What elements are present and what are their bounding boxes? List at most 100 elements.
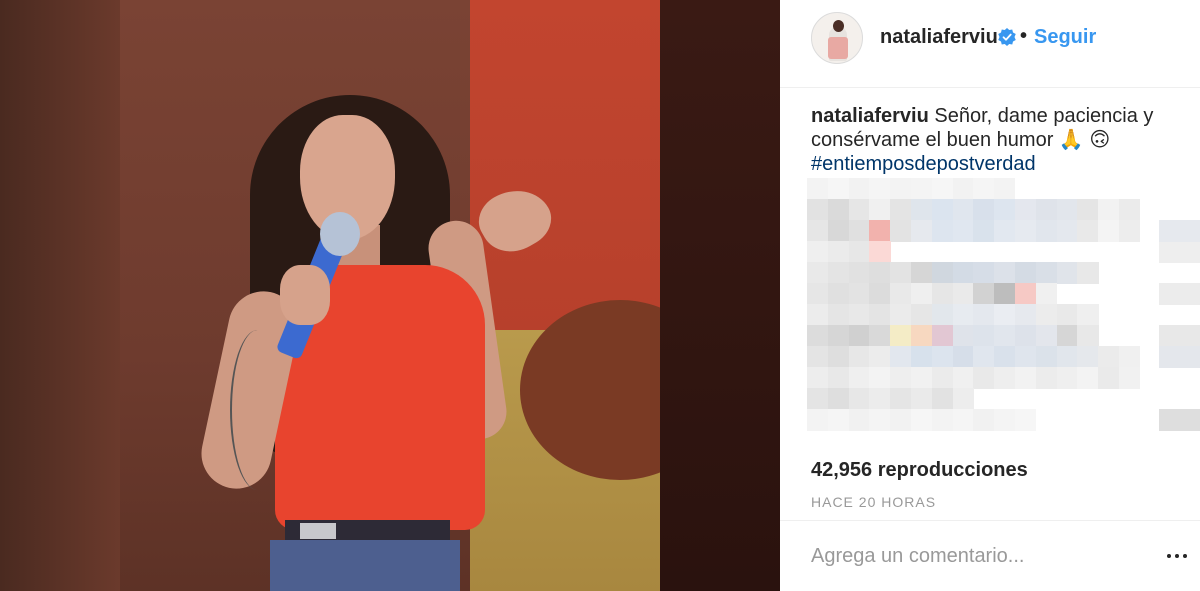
view-count[interactable]: 42,956 reproducciones [811,459,1028,482]
pixel-tile [994,304,1016,326]
pixel-tile [1015,283,1037,305]
pixel-tile [827,325,850,347]
pixel-tile [807,220,829,242]
pixel-tile [807,262,829,284]
pixel-tile [869,241,891,263]
pixel-tile [1159,220,1200,242]
pixel-tile [973,367,995,389]
post-video[interactable] [0,0,780,591]
pixel-tile [1035,220,1058,242]
pixel-tile [1077,262,1099,284]
pixel-tile [1077,220,1099,242]
pixel-tile [1035,367,1058,389]
pixel-tile [827,346,850,368]
pixel-tile [807,388,829,410]
pixel-tile [848,388,870,410]
verified-badge-icon [998,28,1016,46]
pixel-tile [869,409,891,431]
pixel-tile [952,346,974,368]
pixel-tile [994,409,1016,431]
pixel-tile [848,409,870,431]
post-header: nataliaferviu • Seguir [780,0,1200,88]
pixel-tile [890,220,912,242]
pixel-tile [827,220,850,242]
pixel-tile [890,388,912,410]
pixel-tile [973,199,995,221]
pixel-tile [827,388,850,410]
pixel-tile [807,409,829,431]
caption-hashtag[interactable]: #entiemposdepostverdad [811,152,1171,176]
pixel-tile [1056,220,1078,242]
pixel-tile [952,262,974,284]
pixel-tile [973,325,995,347]
pixel-tile [807,346,829,368]
pixel-tile [911,367,933,389]
pixelated-comments [807,178,1200,458]
pixel-tile [1159,346,1200,368]
pixel-tile [1098,220,1120,242]
belt-buckle [300,523,336,539]
pixel-tile [911,283,933,305]
pixel-tile [911,220,933,242]
pixel-tile [848,283,870,305]
pixel-tile [869,367,891,389]
pixel-tile [952,325,974,347]
pixel-tile [911,388,933,410]
pixel-tile [994,199,1016,221]
pixel-tile [890,409,912,431]
pixel-tile [869,346,891,368]
pixel-tile [911,409,933,431]
pixel-tile [994,178,1016,200]
pixel-tile [1159,325,1200,347]
pixel-tile [1077,325,1099,347]
pixel-tile [1035,346,1058,368]
pixel-tile [807,199,829,221]
pixel-tile [1056,304,1078,326]
pixel-tile [848,304,870,326]
pixel-tile [931,367,954,389]
pixel-tile [931,388,954,410]
pixel-tile [1015,220,1037,242]
pixel-tile [890,304,912,326]
pixel-tile [827,178,850,200]
pixel-tile [848,325,870,347]
pixel-tile [1098,346,1120,368]
pixel-tile [1119,220,1141,242]
pixel-tile [931,199,954,221]
header-username[interactable]: nataliaferviu [880,26,998,49]
pixel-tile [1077,346,1099,368]
pixel-tile [807,178,829,200]
pixel-tile [1015,346,1037,368]
caption-username[interactable]: nataliaferviu [811,105,929,127]
pixel-tile [994,220,1016,242]
comment-input[interactable] [811,540,1141,572]
pixel-tile [911,262,933,284]
pixel-tile [869,262,891,284]
pixel-tile [807,325,829,347]
pixel-tile [1056,262,1078,284]
pixel-tile [952,304,974,326]
pixel-tile [869,325,891,347]
pixel-tile [952,388,974,410]
avatar-head [833,20,844,32]
pixel-tile [890,178,912,200]
pixel-tile [1015,304,1037,326]
pixel-tile [827,241,850,263]
follow-button[interactable]: Seguir [1034,26,1096,49]
post-timestamp[interactable]: HACE 20 HORAS [811,494,936,510]
pixel-tile [952,283,974,305]
singer-left-hand [280,265,330,325]
pixel-tile [1119,367,1141,389]
pixel-tile [1035,304,1058,326]
pixel-tile [931,178,954,200]
pixel-tile [931,325,954,347]
singer-figure [0,0,780,591]
pixel-tile [848,367,870,389]
pixel-tile [931,304,954,326]
pixel-tile [931,346,954,368]
pixel-tile [931,262,954,284]
more-options-icon[interactable] [1166,548,1188,564]
pixel-tile [1015,325,1037,347]
avatar[interactable] [811,12,863,64]
pixel-tile [848,241,870,263]
